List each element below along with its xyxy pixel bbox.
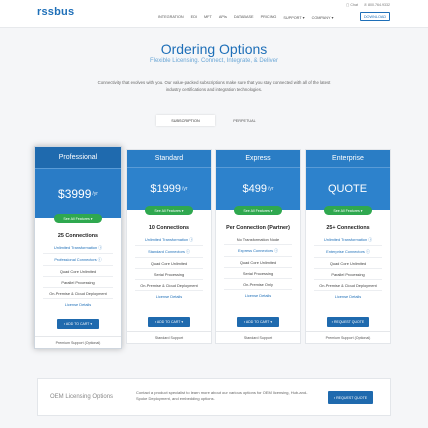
oem-request-quote-button[interactable]: ▪ REQUEST QUOTE xyxy=(328,391,373,404)
license-details-link[interactable]: License Details xyxy=(43,299,113,309)
nav-edi[interactable]: EDI xyxy=(191,15,197,20)
plan-connections: 10 Connections xyxy=(148,225,190,231)
chat-link[interactable]: ▢ Chat xyxy=(346,3,358,7)
plan-support: Standard Support xyxy=(216,331,300,343)
see-features-button[interactable]: See All Features ▾ xyxy=(145,206,193,215)
feature-row: Parallel Processing xyxy=(314,269,382,280)
plan-name: Professional xyxy=(35,147,121,169)
feature-row[interactable]: Express Connectors ⓘ xyxy=(224,245,292,257)
feature-row: Serial Processing xyxy=(224,268,292,279)
page-subtitle: Flexible Licensing. Connect, Integrate, … xyxy=(149,58,279,64)
plan-connections: 25+ Connections xyxy=(326,225,370,231)
intro-text: Connectivity that evolves with you. Our … xyxy=(97,80,331,92)
feature-row[interactable]: Standard Connectors ⓘ xyxy=(135,246,203,258)
see-features-button[interactable]: See All Features ▾ xyxy=(324,206,372,215)
feature-row[interactable]: Unlimited Transformation ⓘ xyxy=(314,234,382,246)
add-to-cart-button[interactable]: ▪ ADD TO CART ▾ xyxy=(148,317,190,327)
oem-licensing-panel: OEM Licensing Options Contact a product … xyxy=(37,378,391,416)
feature-row: On-Premise & Cloud Deployment xyxy=(314,280,382,291)
billing-tabs: SUBSCRIPTION PERPETUAL xyxy=(156,115,274,126)
plan-price: QUOTE xyxy=(306,168,390,210)
nav-integration[interactable]: INTEGRATION xyxy=(158,15,184,20)
feature-row: On-Premise & Cloud Deployment xyxy=(43,288,113,299)
see-features-button[interactable]: See All Features ▾ xyxy=(234,206,282,215)
phone-link[interactable]: ✆ 800.764.9332 xyxy=(364,3,390,7)
feature-row[interactable]: Professional Connectors ⓘ xyxy=(43,254,113,266)
tab-perpetual[interactable]: PERPETUAL xyxy=(215,115,274,126)
feature-row: On-Premise Only xyxy=(224,279,292,290)
feature-row: Parallel Processing xyxy=(43,277,113,288)
nav-support[interactable]: SUPPORT ▾ xyxy=(283,15,304,20)
feature-row: Quad Core Unlimited xyxy=(224,257,292,268)
feature-row[interactable]: Unlimited Transformation ⓘ xyxy=(135,234,203,246)
plan-card-standard: Standard $1999/yr See All Features ▾ 10 … xyxy=(126,149,212,344)
plan-card-enterprise: Enterprise QUOTE See All Features ▾ 25+ … xyxy=(305,149,391,344)
add-to-cart-button[interactable]: ▪ ADD TO CART ▾ xyxy=(237,317,279,327)
feature-row[interactable]: Unlimited Transformation ⓘ xyxy=(43,242,113,254)
nav-apis[interactable]: APIs xyxy=(219,15,227,20)
page-title: Ordering Options xyxy=(160,41,268,57)
nav-pricing[interactable]: PRICING xyxy=(261,15,277,20)
download-button[interactable]: DOWNLOAD xyxy=(360,12,390,21)
main-nav: INTEGRATION EDI MFT APIs DATABASE PRICIN… xyxy=(158,15,333,20)
plan-name: Enterprise xyxy=(306,150,390,168)
feature-row: Quad Core Unlimited xyxy=(314,258,382,269)
feature-row: On-Premise & Cloud Deployment xyxy=(135,280,203,291)
plan-support: Standard Support xyxy=(127,331,211,343)
feature-row: Serial Processing xyxy=(135,269,203,280)
plan-price: $499/yr xyxy=(216,168,300,210)
plan-feature-list: Unlimited Transformation ⓘ Standard Conn… xyxy=(127,234,211,301)
see-features-button[interactable]: See All Features ▾ xyxy=(54,214,102,223)
oem-title: OEM Licensing Options xyxy=(50,394,114,400)
nav-database[interactable]: DATABASE xyxy=(234,15,254,20)
license-details-link[interactable]: License Details xyxy=(224,290,292,300)
add-to-cart-button[interactable]: ▪ ADD TO CART ▾ xyxy=(57,319,99,329)
feature-row: Quad Core Unlimited xyxy=(135,258,203,269)
plan-name: Standard xyxy=(127,150,211,168)
plan-connections: 25 Connections xyxy=(57,233,99,239)
plan-feature-list: No Transformation Node Express Connector… xyxy=(216,234,300,300)
tab-subscription[interactable]: SUBSCRIPTION xyxy=(156,115,215,126)
top-contact-bar: ▢ Chat ✆ 800.764.9332 xyxy=(346,3,390,7)
feature-row: Quad Core Unlimited xyxy=(43,266,113,277)
plan-support: Premium Support (Optional) xyxy=(35,336,121,348)
feature-row[interactable]: Enterprise Connectors ⓘ xyxy=(314,246,382,258)
site-header: rssbus ▢ Chat ✆ 800.764.9332 INTEGRATION… xyxy=(0,0,428,28)
plan-price: $1999/yr xyxy=(127,168,211,210)
plan-name: Express xyxy=(216,150,300,168)
nav-company[interactable]: COMPANY ▾ xyxy=(312,15,334,20)
oem-description: Contact a product specialist to learn mo… xyxy=(136,390,308,401)
plan-support: Premium Support (Optional) xyxy=(306,331,390,343)
license-details-link[interactable]: License Details xyxy=(135,291,203,301)
plan-feature-list: Unlimited Transformation ⓘ Professional … xyxy=(35,242,121,309)
plan-card-professional: Professional $3999/yr See All Features ▾… xyxy=(34,146,122,349)
plan-connections: Per Connection (Partner) xyxy=(226,225,290,231)
license-details-link[interactable]: License Details xyxy=(314,291,382,301)
plan-card-express: Express $499/yr See All Features ▾ Per C… xyxy=(215,149,301,344)
feature-row: No Transformation Node xyxy=(224,234,292,245)
nav-mft[interactable]: MFT xyxy=(204,15,212,20)
request-quote-button[interactable]: ▪ REQUEST QUOTE xyxy=(327,317,369,327)
rssbus-logo[interactable]: rssbus xyxy=(37,6,74,18)
plan-price: $3999/yr xyxy=(35,169,121,218)
plan-feature-list: Unlimited Transformation ⓘ Enterprise Co… xyxy=(306,234,390,301)
